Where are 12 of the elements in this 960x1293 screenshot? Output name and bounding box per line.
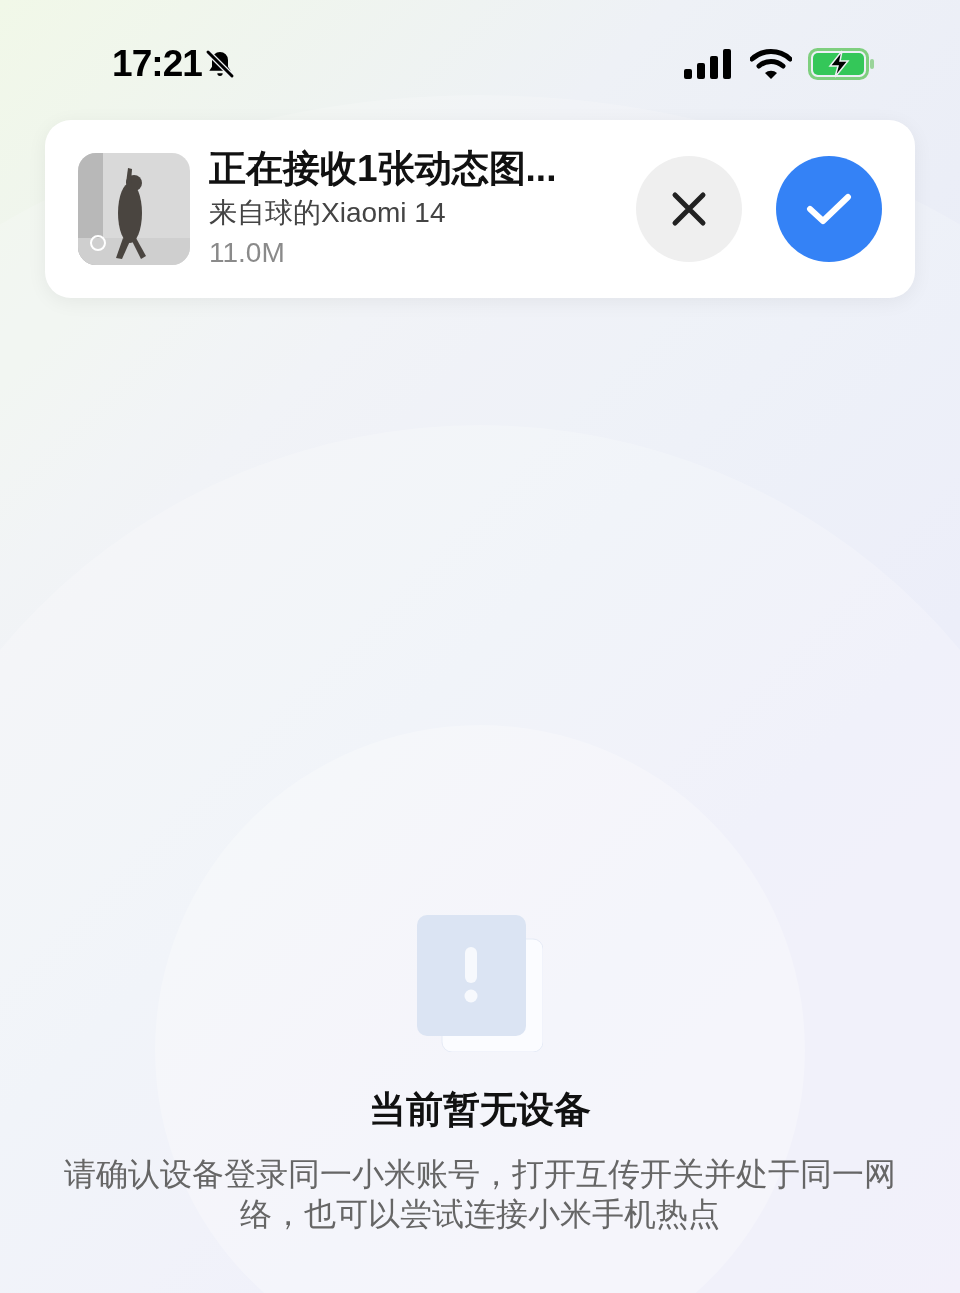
battery-charging-icon bbox=[808, 48, 876, 80]
wifi-icon bbox=[750, 48, 792, 80]
notification-sender: 来自球的Xiaomi 14 bbox=[209, 196, 447, 230]
file-size: 11.0M bbox=[209, 236, 286, 270]
status-time: 17:21 bbox=[112, 42, 202, 87]
close-icon bbox=[671, 191, 707, 227]
check-icon bbox=[806, 192, 852, 226]
empty-state-title: 当前暂无设备 bbox=[369, 1088, 591, 1132]
notification-title: 正在接收1张动态图... bbox=[209, 147, 558, 191]
signal-icon bbox=[684, 49, 734, 79]
alert-document-icon bbox=[417, 915, 543, 1052]
empty-state-description: 请确认设备登录同一小米账号，打开互传开关并处于同一网络，也可以尝试连接小米手机热点 bbox=[63, 1154, 897, 1234]
